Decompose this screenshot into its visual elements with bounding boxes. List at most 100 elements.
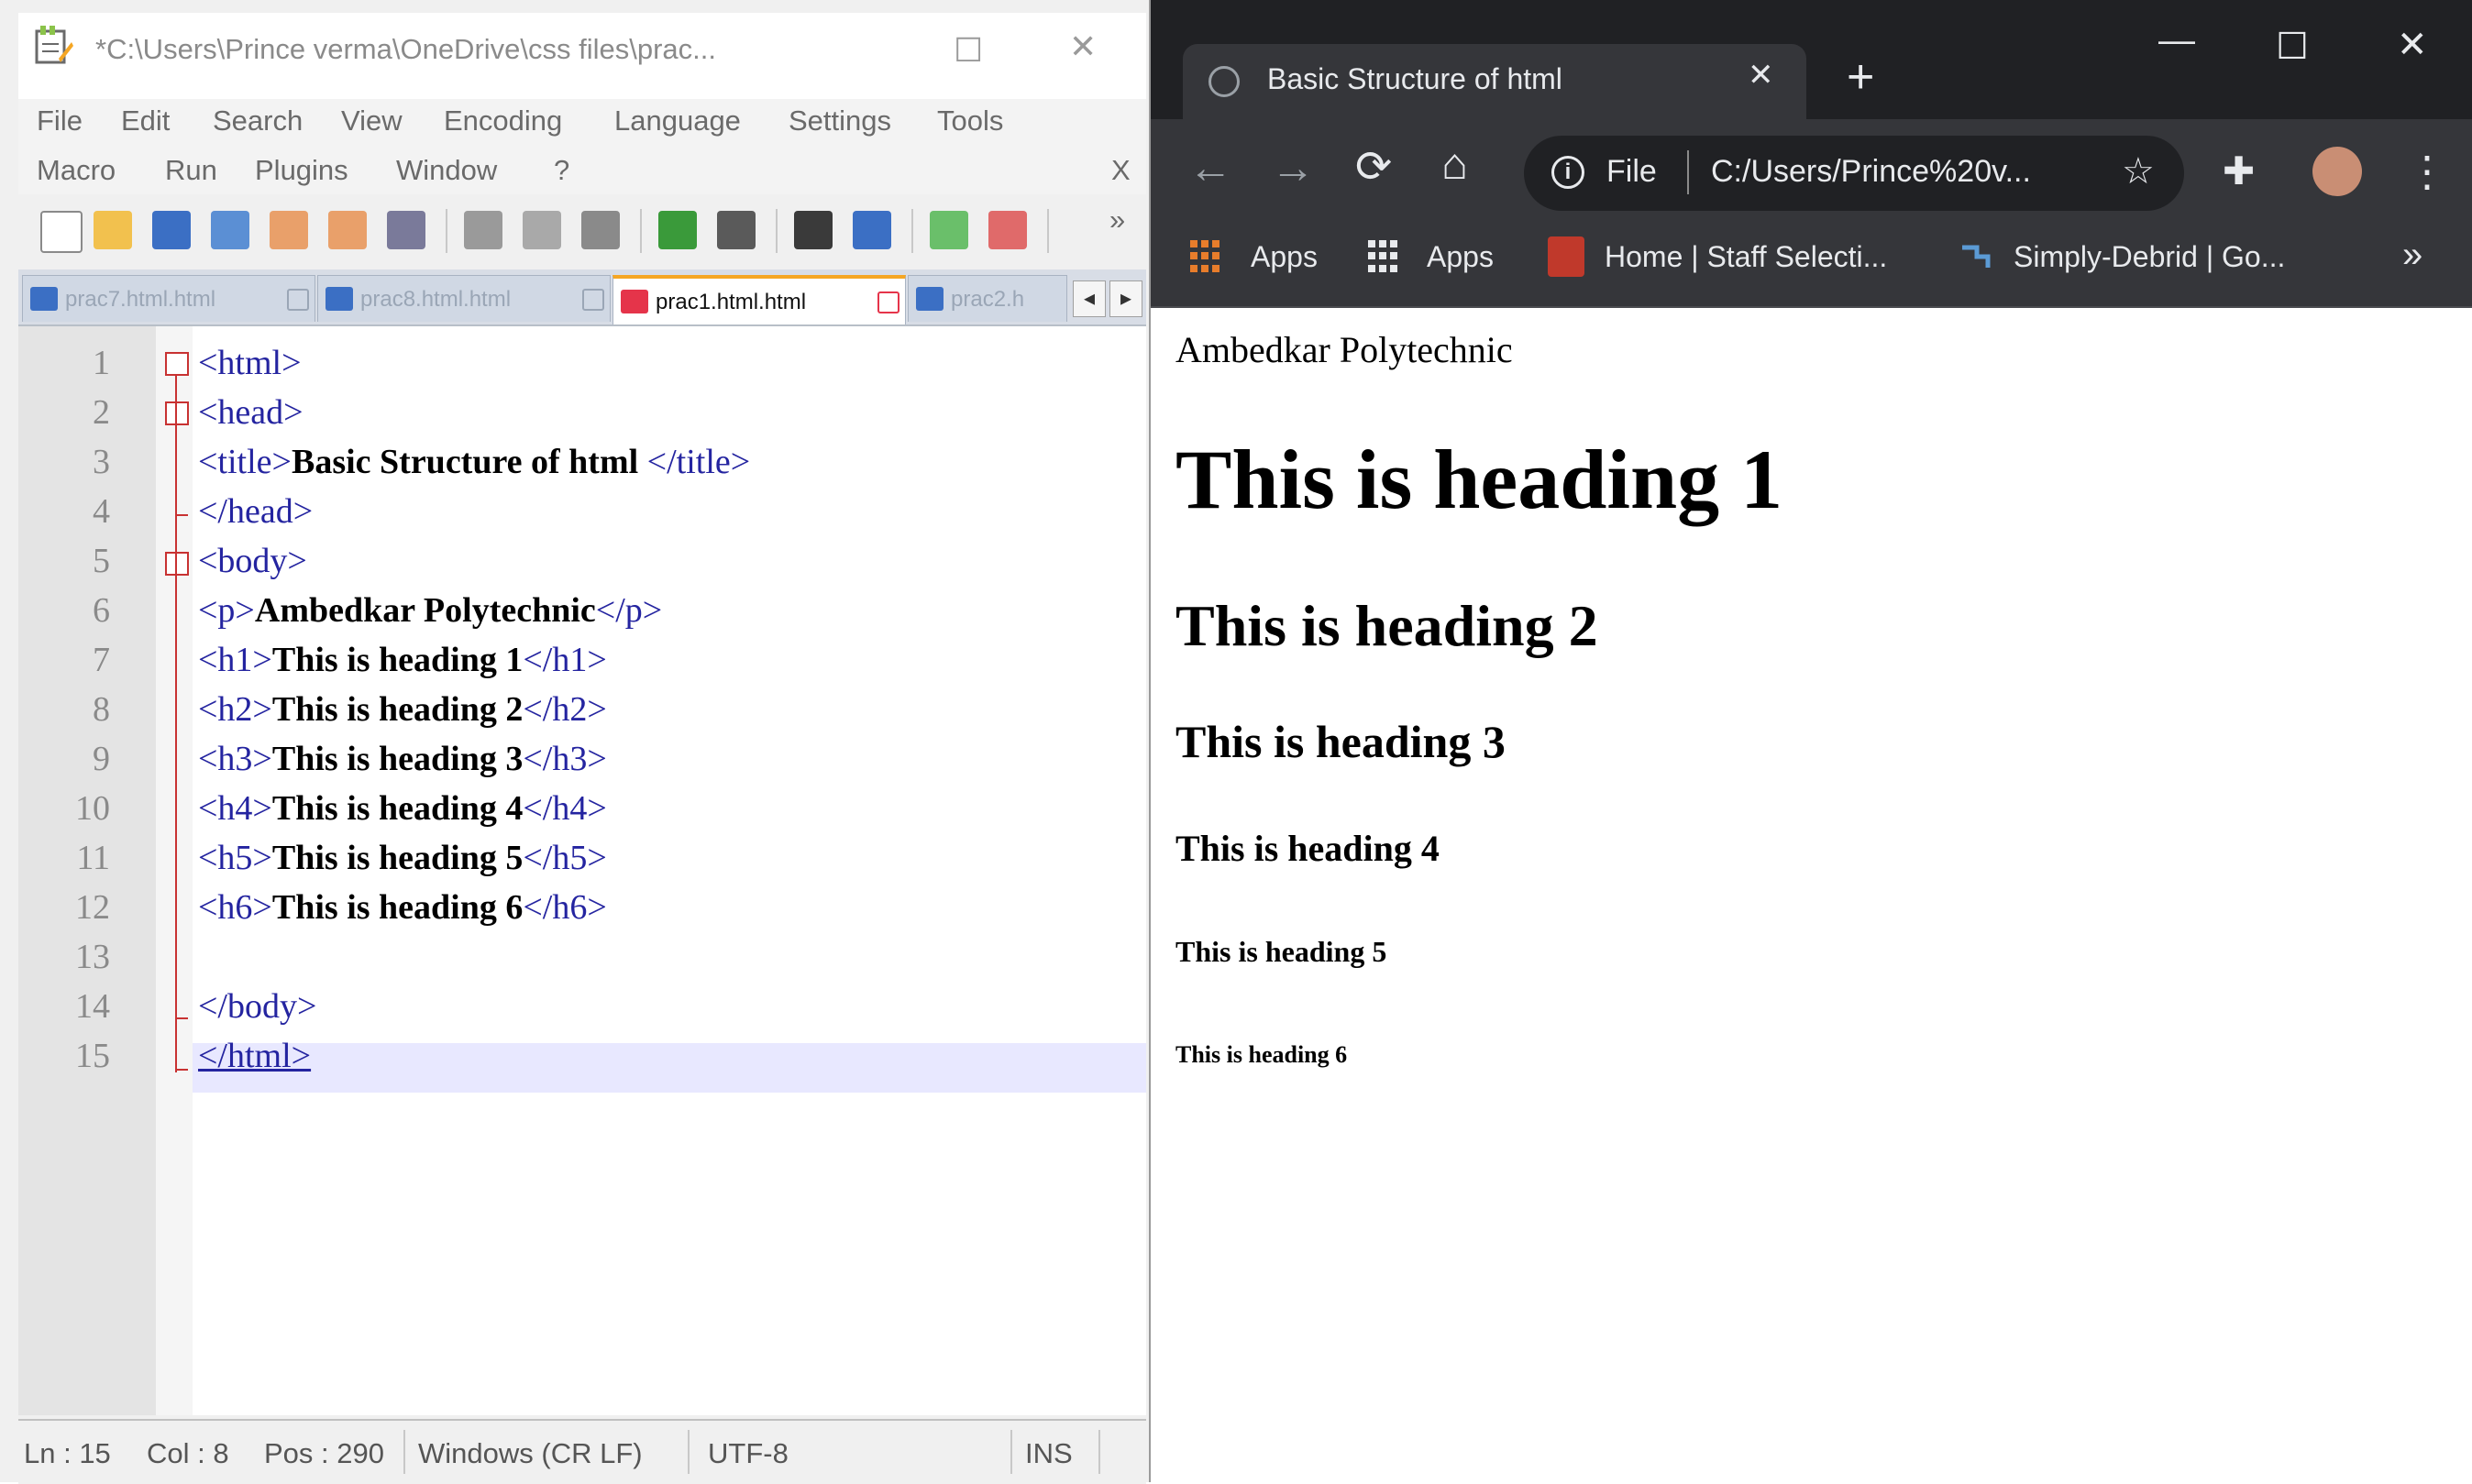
tab-close-icon[interactable]: ✕	[1748, 57, 1774, 93]
menu-view[interactable]: View	[341, 104, 403, 137]
apps-grid-icon	[1190, 240, 1223, 273]
tab-close-icon[interactable]	[877, 291, 899, 313]
maximize-icon[interactable]: ☐	[954, 31, 983, 70]
menu-edit[interactable]: Edit	[121, 104, 170, 137]
tab-close-icon[interactable]	[582, 289, 604, 311]
menu-run[interactable]: Run	[165, 154, 217, 187]
menu-dots-icon[interactable]: ⋮	[2406, 147, 2448, 196]
close-file-icon[interactable]	[270, 211, 308, 249]
code-text: Ambedkar Polytechnic	[254, 591, 596, 630]
bookmarks-overflow-icon[interactable]: »	[2402, 235, 2422, 276]
new-tab-icon[interactable]: +	[1847, 49, 1874, 104]
code-text: This is heading 4	[271, 789, 524, 828]
code-line: <body>	[198, 541, 307, 581]
fold-toggle-body[interactable]	[165, 552, 189, 576]
tab-label: prac7.html.html	[65, 287, 216, 312]
find-icon[interactable]	[794, 211, 833, 249]
open-folder-icon[interactable]	[94, 211, 132, 249]
code-tag: </h3>	[523, 740, 607, 778]
status-separator	[688, 1430, 690, 1474]
cut-icon[interactable]	[464, 211, 502, 249]
redo-icon[interactable]	[717, 211, 756, 249]
menu-plugins[interactable]: Plugins	[255, 154, 348, 187]
undo-icon[interactable]	[658, 211, 697, 249]
line-number: 11	[76, 839, 110, 877]
status-separator	[1010, 1430, 1012, 1474]
new-file-icon[interactable]	[40, 211, 83, 253]
print-icon[interactable]	[387, 211, 425, 249]
menu-language[interactable]: Language	[614, 104, 741, 137]
back-icon[interactable]: ←	[1188, 143, 1232, 193]
code-tag: </body>	[198, 987, 317, 1026]
globe-icon	[1208, 66, 1240, 97]
menu-macro[interactable]: Macro	[37, 154, 116, 187]
menu-close-doc-icon[interactable]: X	[1111, 154, 1131, 187]
menu-tools[interactable]: Tools	[937, 104, 1003, 137]
code-tag: <body>	[198, 542, 307, 580]
extensions-icon[interactable]: ✚	[2223, 148, 2255, 193]
save-icon[interactable]	[152, 211, 191, 249]
tab-scroll-left-icon[interactable]: ◂	[1073, 280, 1106, 317]
menu-settings[interactable]: Settings	[789, 104, 891, 137]
fold-end-marker	[175, 1017, 188, 1019]
tab-prac1[interactable]: prac1.html.html	[612, 275, 906, 324]
close-all-icon[interactable]	[328, 211, 367, 249]
menu-window[interactable]: Window	[396, 154, 497, 187]
close-icon[interactable]: ✕	[2397, 24, 2428, 66]
bookmark-home-staff-selection[interactable]: Home | Staff Selecti...	[1605, 240, 1887, 274]
close-icon[interactable]: ✕	[1069, 27, 1097, 66]
replace-icon[interactable]	[853, 211, 891, 249]
reload-icon[interactable]: ⟳	[1355, 141, 1392, 192]
menu-help[interactable]: ?	[554, 154, 569, 187]
tab-label: prac2.h	[951, 287, 1025, 312]
notepad-toolbar: »	[18, 194, 1146, 268]
menu-file[interactable]: File	[37, 104, 83, 137]
status-eol[interactable]: Windows (CR LF)	[418, 1437, 643, 1470]
tab-prac8[interactable]: prac8.html.html	[317, 275, 611, 322]
paste-icon[interactable]	[581, 211, 620, 249]
zoom-in-icon[interactable]	[930, 211, 968, 249]
tab-prac2[interactable]: prac2.h	[908, 275, 1067, 322]
fold-toggle-html[interactable]	[165, 352, 189, 376]
tab-scroll-right-icon[interactable]: ▸	[1109, 280, 1142, 317]
bookmark-star-icon[interactable]: ☆	[2122, 150, 2155, 192]
toolbar-overflow-icon[interactable]: »	[1109, 203, 1125, 236]
zoom-out-icon[interactable]	[988, 211, 1027, 249]
maximize-icon[interactable]: ☐	[2276, 26, 2309, 68]
line-number: 4	[93, 492, 110, 531]
tab-prac7[interactable]: prac7.html.html	[22, 275, 315, 322]
fold-toggle-head[interactable]	[165, 401, 189, 425]
notepad-statusbar: Ln : 15 Col : 8 Pos : 290 Windows (CR LF…	[18, 1419, 1146, 1484]
minimize-icon[interactable]: —	[2158, 20, 2195, 61]
menu-search[interactable]: Search	[213, 104, 303, 137]
file-icon	[916, 287, 944, 311]
code-tag: <h6>	[198, 888, 272, 927]
code-line: </html>	[198, 1036, 311, 1076]
file-icon	[30, 287, 58, 311]
code-text: This is heading 2	[271, 690, 524, 729]
simply-debrid-favicon	[1957, 240, 1993, 275]
page-heading-2: This is heading 2	[1175, 593, 1598, 658]
bookmark-simply-debrid[interactable]: Simply-Debrid | Go...	[2014, 240, 2285, 274]
forward-icon[interactable]: →	[1271, 143, 1315, 193]
info-icon[interactable]: i	[1551, 156, 1584, 189]
code-text: Basic Structure of html	[291, 443, 647, 481]
bookmark-apps-2[interactable]: Apps	[1427, 240, 1494, 274]
tab-close-icon[interactable]	[287, 289, 309, 311]
status-encoding[interactable]: UTF-8	[708, 1437, 789, 1470]
bookmark-apps[interactable]: Apps	[1251, 240, 1318, 274]
code-tag: <h3>	[198, 740, 272, 778]
menu-encoding[interactable]: Encoding	[444, 104, 562, 137]
code-line: </head>	[198, 491, 313, 532]
line-number: 13	[75, 938, 110, 976]
url-text[interactable]: C:/Users/Prince%20v...	[1711, 154, 2031, 190]
code-line: <h2>This is heading 2</h2>	[198, 689, 607, 730]
code-tag: <h4>	[198, 789, 272, 828]
copy-icon[interactable]	[523, 211, 561, 249]
home-icon[interactable]: ⌂	[1441, 139, 1468, 190]
toolbar-separator	[911, 209, 913, 253]
code-tag: </p>	[595, 591, 663, 630]
code-tag: <h1>	[198, 641, 272, 679]
profile-avatar[interactable]	[2312, 147, 2362, 196]
save-all-icon[interactable]	[211, 211, 249, 249]
